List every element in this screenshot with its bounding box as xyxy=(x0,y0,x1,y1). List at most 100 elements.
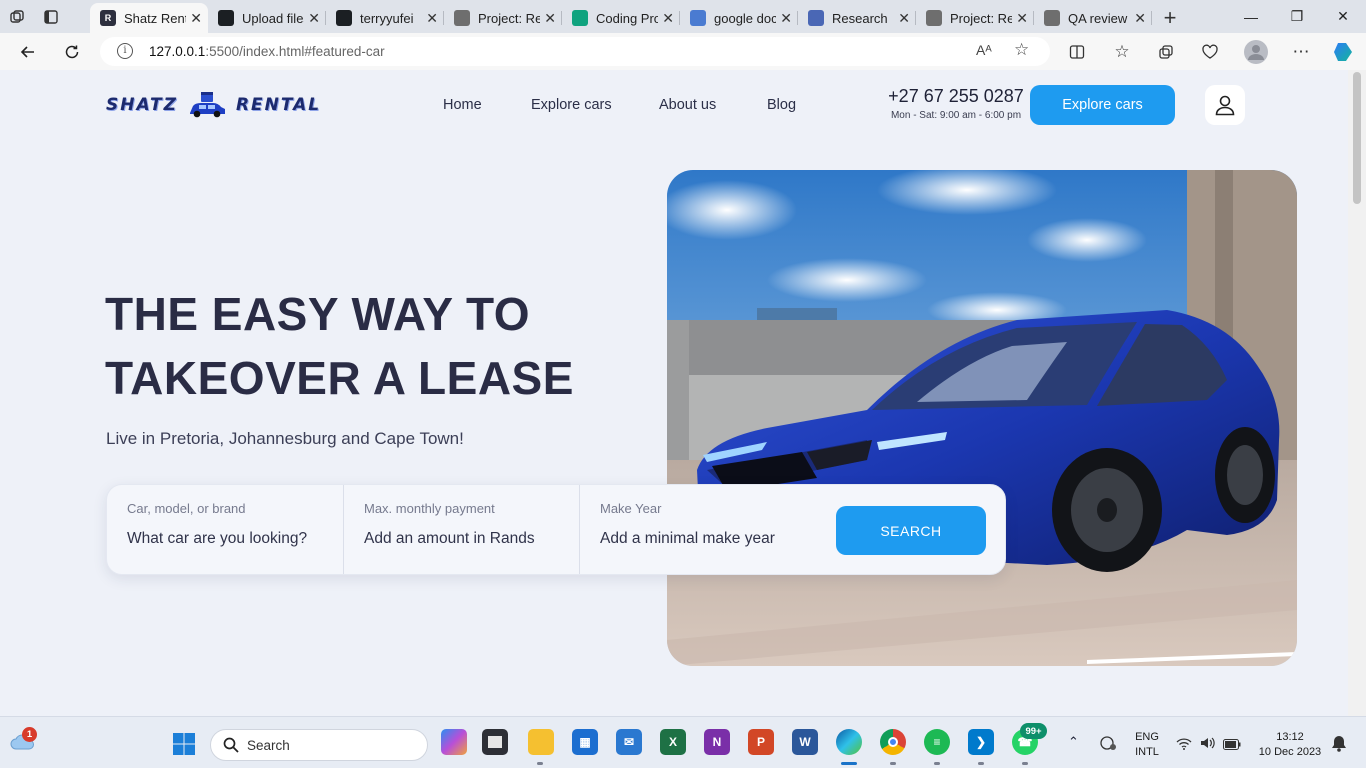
excel-icon[interactable]: X xyxy=(660,729,686,755)
user-account-button[interactable] xyxy=(1205,85,1245,125)
close-tab-icon[interactable]: ✕ xyxy=(898,10,910,27)
browser-tab[interactable]: Project: Rental✕ xyxy=(444,3,562,33)
chrome-icon[interactable] xyxy=(880,729,906,755)
browser-tab-strip: RShatz Rental✕Upload files✕terryyufei✕Pr… xyxy=(0,0,1366,33)
tab-label: google docs xyxy=(714,10,777,26)
windows-start-icon[interactable] xyxy=(172,732,196,761)
url-text[interactable]: 127.0.0.1:5500/index.html#featured-car xyxy=(149,44,385,59)
edge-icon[interactable] xyxy=(836,729,862,755)
taskbar-search[interactable]: Search xyxy=(210,729,428,761)
favorite-star-icon[interactable]: ☆ xyxy=(1014,40,1029,60)
page-viewport: SHATZ RENTAL Home Explore cars About us … xyxy=(2,70,1348,716)
monthly-payment-input[interactable]: Add an amount in Rands xyxy=(364,530,559,548)
browser-essentials-icon[interactable] xyxy=(1197,39,1223,65)
monthly-payment-field[interactable]: Max. monthly payment Add an amount in Ra… xyxy=(344,485,580,574)
search-card: Car, model, or brand What car are you lo… xyxy=(106,484,1006,575)
split-screen-icon[interactable] xyxy=(1064,39,1090,65)
wifi-icon[interactable] xyxy=(1176,737,1192,755)
search-icon xyxy=(223,737,239,753)
window-controls: — ❐ ✕ xyxy=(1228,0,1366,33)
new-tab-button[interactable]: + xyxy=(1152,3,1188,33)
chrome-running-indicator xyxy=(890,762,896,765)
tab-label: Coding Project xyxy=(596,10,659,26)
tab-label: terryyufei xyxy=(360,10,414,26)
profile-avatar-icon[interactable] xyxy=(1243,39,1269,65)
browser-tab[interactable]: R Shatz Rental✕ xyxy=(90,3,208,33)
car-model-input[interactable]: What car are you looking? xyxy=(127,530,323,548)
close-tab-icon[interactable]: ✕ xyxy=(662,10,674,27)
explore-cars-button[interactable]: Explore cars xyxy=(1030,85,1175,125)
spotify-icon[interactable]: ≡ xyxy=(924,729,950,755)
browser-tab[interactable]: Upload files ✕ xyxy=(208,3,326,33)
tab-label: Research xyxy=(832,10,888,26)
scrollbar-thumb[interactable] xyxy=(1353,72,1361,204)
tab-label: Project: Rental xyxy=(478,10,541,26)
word-icon[interactable]: W xyxy=(792,729,818,755)
language-indicator[interactable]: ENG INTL xyxy=(1131,730,1163,760)
browser-tab[interactable]: terryyufei ✕ xyxy=(326,3,444,33)
whatsapp-running-indicator xyxy=(1022,762,1028,765)
browser-tab[interactable]: QA review ✕ xyxy=(1034,3,1152,33)
address-bar[interactable]: i 127.0.0.1:5500/index.html#featured-car… xyxy=(100,37,1050,66)
powerpoint-icon[interactable]: P xyxy=(748,729,774,755)
close-tab-icon[interactable]: ✕ xyxy=(1016,10,1028,27)
user-icon xyxy=(1215,95,1235,116)
browser-tab[interactable]: Coding Project✕ xyxy=(562,3,680,33)
copilot-icon[interactable] xyxy=(1330,39,1356,65)
close-tab-icon[interactable]: ✕ xyxy=(544,10,556,27)
nav-blog[interactable]: Blog xyxy=(767,97,796,113)
tab-label: Project: Rental xyxy=(950,10,1013,26)
nav-home[interactable]: Home xyxy=(443,97,482,113)
browser-tab[interactable]: google docs✕ xyxy=(680,3,798,33)
site-logo[interactable]: SHATZ RENTAL xyxy=(106,91,321,119)
file-explorer-icon[interactable] xyxy=(528,729,554,755)
vscode-icon[interactable]: ❯ xyxy=(968,729,994,755)
vscode-running-indicator xyxy=(978,762,984,765)
browser-tab[interactable]: Project: Rental✕ xyxy=(916,3,1034,33)
close-window-icon[interactable]: ✕ xyxy=(1320,0,1366,33)
restore-icon[interactable]: ❐ xyxy=(1274,0,1320,33)
close-tab-icon[interactable]: ✕ xyxy=(308,10,320,27)
make-year-field[interactable]: Make Year Add a minimal make year xyxy=(580,485,830,574)
close-tab-icon[interactable]: ✕ xyxy=(1134,10,1146,27)
volume-icon[interactable] xyxy=(1199,735,1217,756)
close-tab-icon[interactable]: ✕ xyxy=(190,10,202,27)
collections-icon[interactable] xyxy=(1153,39,1179,65)
settings-more-icon[interactable]: ⋯ xyxy=(1288,39,1314,65)
nav-about-us[interactable]: About us xyxy=(659,97,716,113)
close-tab-icon[interactable]: ✕ xyxy=(780,10,792,27)
copilot-taskbar-icon[interactable] xyxy=(441,729,467,755)
alx-favicon-icon xyxy=(926,10,942,26)
battery-icon[interactable] xyxy=(1223,737,1241,755)
clock[interactable]: 13:12 10 Dec 2023 xyxy=(1252,730,1328,760)
nav-explore-cars[interactable]: Explore cars xyxy=(531,97,612,113)
read-aloud-icon[interactable]: Aᴬ xyxy=(976,42,992,58)
contact-phone: +27 67 255 0287 Mon - Sat: 9:00 am - 6:0… xyxy=(882,86,1030,121)
site-info-icon[interactable]: i xyxy=(117,43,133,59)
minimize-icon[interactable]: — xyxy=(1228,0,1274,33)
network-tray-icon[interactable] xyxy=(1099,735,1117,756)
docs-favicon-icon xyxy=(808,10,824,26)
back-icon[interactable] xyxy=(15,39,41,65)
workspaces-icon[interactable] xyxy=(0,0,34,33)
edge-active-indicator xyxy=(841,762,857,765)
search-button[interactable]: SEARCH xyxy=(836,506,986,555)
onenote-icon[interactable]: N xyxy=(704,729,730,755)
close-tab-icon[interactable]: ✕ xyxy=(426,10,438,27)
browser-tab[interactable]: Research ✕ xyxy=(798,3,916,33)
mail-icon[interactable]: ✉ xyxy=(616,729,642,755)
car-model-field[interactable]: Car, model, or brand What car are you lo… xyxy=(107,485,344,574)
favorites-icon[interactable]: ☆ xyxy=(1109,39,1135,65)
make-year-input[interactable]: Add a minimal make year xyxy=(600,530,810,548)
chevron-up-icon[interactable]: ⌃ xyxy=(1068,734,1079,750)
phone-number[interactable]: +27 67 255 0287 xyxy=(882,86,1030,107)
microsoft-store-icon[interactable]: ▦ xyxy=(572,729,598,755)
notification-bell-icon[interactable] xyxy=(1331,735,1347,757)
spotify-running-indicator xyxy=(934,762,940,765)
task-view-icon[interactable] xyxy=(482,729,508,755)
hero-car-image xyxy=(667,170,1297,666)
page-scrollbar[interactable] xyxy=(1348,70,1366,716)
whatsapp-badge: 99+ xyxy=(1020,723,1047,739)
vertical-tabs-icon[interactable] xyxy=(34,0,68,33)
refresh-icon[interactable] xyxy=(59,39,85,65)
